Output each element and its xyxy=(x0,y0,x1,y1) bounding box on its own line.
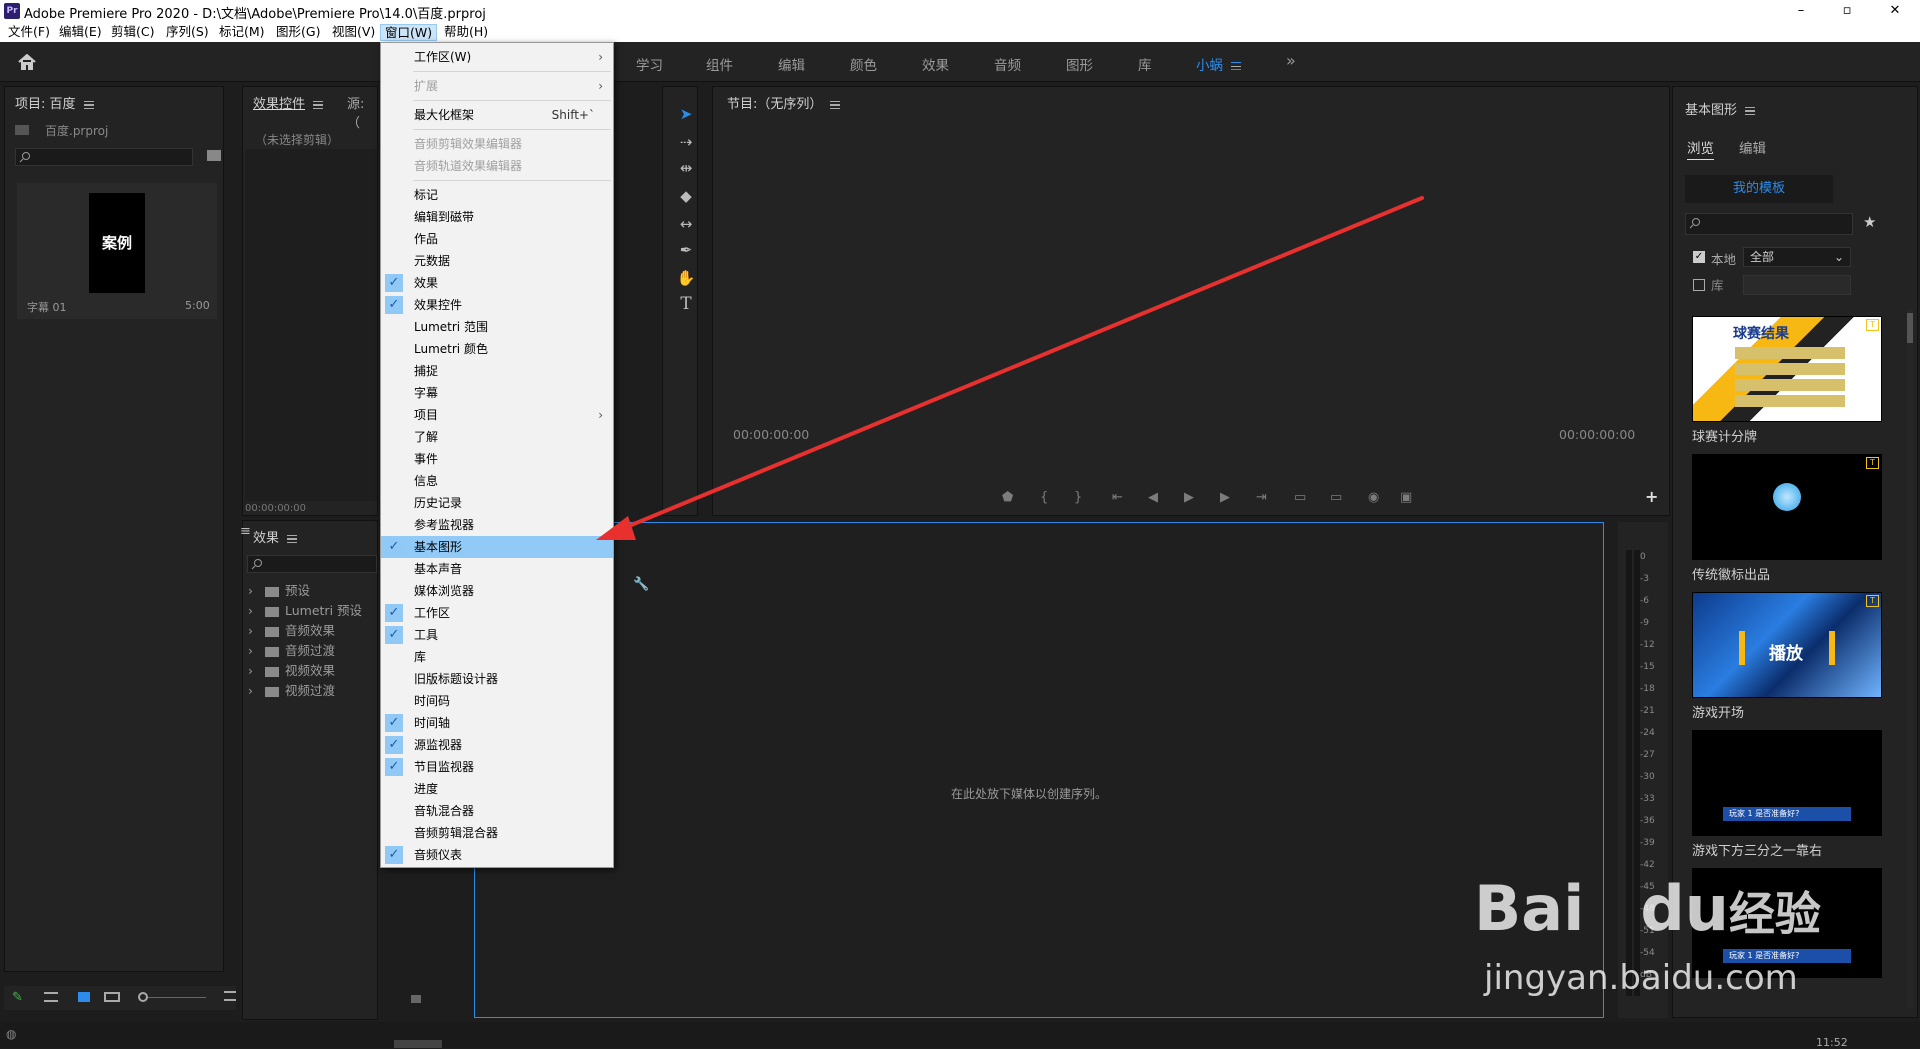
watermark-url: jingyan.baidu.com xyxy=(1484,958,1798,998)
arrow-shaft xyxy=(610,196,1424,535)
status-icon: ◍ xyxy=(6,1027,17,1041)
watermark-brand2: du xyxy=(1640,872,1729,945)
arrow-head xyxy=(596,516,636,540)
watermark-logo: Bai du经验 xyxy=(1474,872,1821,945)
taskbar-thumb xyxy=(394,1040,442,1048)
watermark-jingyan: 经验 xyxy=(1728,887,1821,941)
status-bar: ◍ 11:52 xyxy=(0,1022,1920,1049)
status-clock: 11:52 xyxy=(1816,1036,1848,1049)
watermark-brand: Bai xyxy=(1474,872,1585,945)
